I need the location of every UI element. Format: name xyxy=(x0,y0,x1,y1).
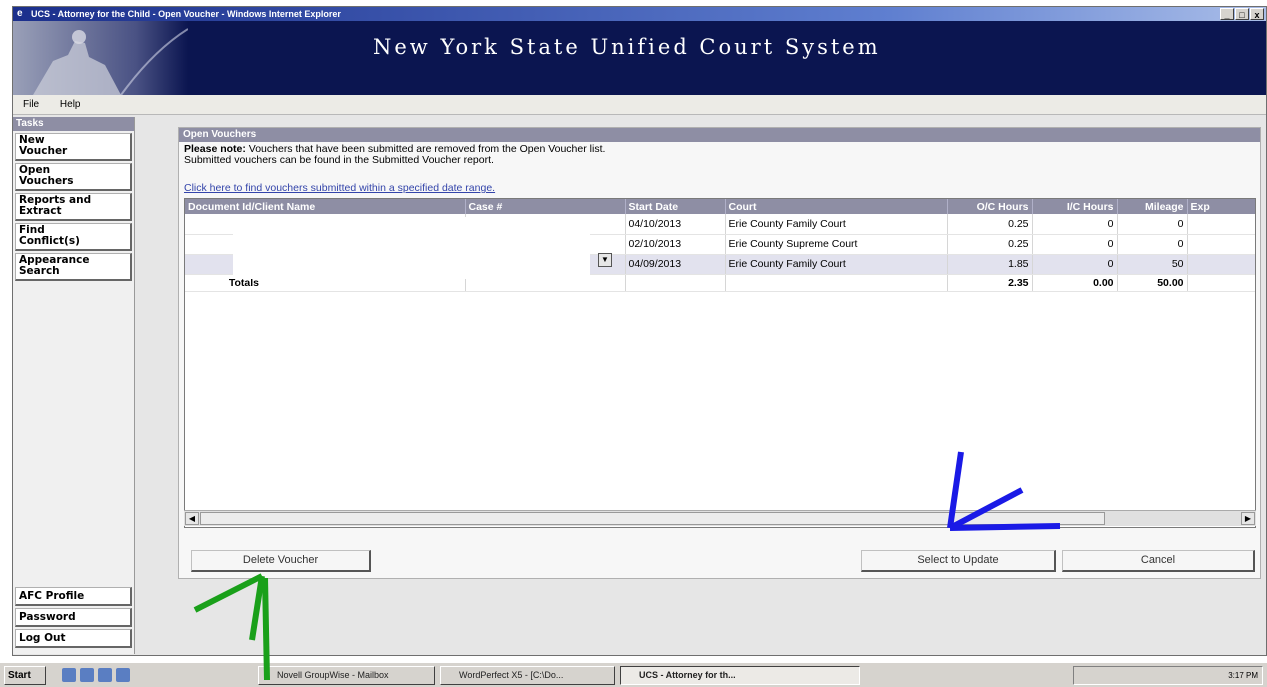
column-header-case-number[interactable]: Case # xyxy=(465,199,626,214)
delete-voucher-button[interactable]: Delete Voucher xyxy=(191,550,371,572)
cell-start-date: 04/09/2013 xyxy=(625,254,726,275)
column-header-start-date[interactable]: Start Date xyxy=(625,199,726,214)
sidebar-item-open-vouchers[interactable]: Open Vouchers xyxy=(15,163,132,191)
cell-mileage: 0 xyxy=(1117,214,1188,235)
grid-header-row: Document Id/Client Name Case # Start Dat… xyxy=(185,199,1255,214)
sidebar-item-label: Vouchers xyxy=(19,175,74,187)
task-sidebar: Tasks New Voucher Open Vouchers Reports … xyxy=(13,117,135,654)
column-header-document-id[interactable]: Document Id/Client Name xyxy=(185,199,466,214)
quicklaunch-icon[interactable] xyxy=(80,668,94,682)
ie-icon: e xyxy=(17,8,23,19)
case-dropdown-arrow-icon[interactable]: ▼ xyxy=(598,253,612,267)
note-line-2: Submitted vouchers can be found in the S… xyxy=(184,154,494,166)
cell-court: Erie County Family Court xyxy=(725,254,948,275)
close-button[interactable]: x xyxy=(1250,8,1264,20)
start-label: Start xyxy=(8,670,31,681)
banner-title: New York State Unified Court System xyxy=(373,35,881,59)
minimize-button[interactable]: _ xyxy=(1220,8,1234,20)
open-vouchers-panel: Open Vouchers Please note: Vouchers that… xyxy=(178,127,1261,579)
task-wordperfect[interactable]: WordPerfect X5 - [C:\Do... xyxy=(440,666,615,685)
sidebar-item-label: Search xyxy=(19,265,60,277)
quicklaunch-icon[interactable] xyxy=(116,668,130,682)
cell-mileage: 50 xyxy=(1117,254,1188,275)
totals-ic-hours: 0.00 xyxy=(1032,273,1118,292)
totals-empty xyxy=(625,273,726,292)
cell-ic-hours: 0 xyxy=(1032,234,1118,255)
column-header-ic-hours[interactable]: I/C Hours xyxy=(1032,199,1118,214)
scroll-thumb[interactable] xyxy=(200,512,1105,525)
menu-bar: File Help xyxy=(13,95,1266,115)
system-tray: 3:17 PM xyxy=(1073,666,1263,685)
vouchers-grid: Document Id/Client Name Case # Start Dat… xyxy=(184,198,1256,528)
title-bar: e UCS - Attorney for the Child - Open Vo… xyxy=(13,7,1266,21)
select-to-update-button[interactable]: Select to Update xyxy=(861,550,1056,572)
cell-court: Erie County Family Court xyxy=(725,214,948,235)
sidebar-bottom-group: AFC Profile Password Log Out xyxy=(13,585,134,648)
sidebar-item-label: Conflict(s) xyxy=(19,235,80,247)
browser-window: e UCS - Attorney for the Child - Open Vo… xyxy=(12,6,1267,656)
header-banner: New York State Unified Court System xyxy=(13,21,1266,95)
cell-ic-hours: 0 xyxy=(1032,254,1118,275)
totals-empty xyxy=(725,273,948,292)
redacted-area xyxy=(233,217,590,279)
task-ucs-browser[interactable]: UCS - Attorney for th... xyxy=(620,666,860,685)
sidebar-item-appearance-search[interactable]: Appearance Search xyxy=(15,253,132,281)
column-header-expenses[interactable]: Exp xyxy=(1187,199,1255,214)
scroll-right-icon[interactable]: ▶ xyxy=(1241,512,1255,525)
taskbar: Start Novell GroupWise - Mailbox WordPer… xyxy=(0,662,1267,687)
sidebar-item-find-conflicts[interactable]: Find Conflict(s) xyxy=(15,223,132,251)
window-title: UCS - Attorney for the Child - Open Vouc… xyxy=(31,9,341,19)
menu-file[interactable]: File xyxy=(23,99,39,110)
column-header-oc-hours[interactable]: O/C Hours xyxy=(947,199,1033,214)
quicklaunch-icon[interactable] xyxy=(98,668,112,682)
totals-oc-hours: 2.35 xyxy=(947,273,1033,292)
cell-oc-hours: 1.85 xyxy=(947,254,1033,275)
tasks-header: Tasks xyxy=(13,117,134,131)
panel-header: Open Vouchers xyxy=(179,128,1260,142)
sidebar-item-log-out[interactable]: Log Out xyxy=(15,629,132,648)
sidebar-item-password[interactable]: Password xyxy=(15,608,132,627)
cell-ic-hours: 0 xyxy=(1032,214,1118,235)
sidebar-item-afc-profile[interactable]: AFC Profile xyxy=(15,587,132,606)
column-header-court[interactable]: Court xyxy=(725,199,948,214)
scroll-left-icon[interactable]: ◀ xyxy=(185,512,199,525)
cell-oc-hours: 0.25 xyxy=(947,214,1033,235)
cell-start-date: 04/10/2013 xyxy=(625,214,726,235)
cell-expenses xyxy=(1187,214,1255,235)
sidebar-item-new-voucher[interactable]: New Voucher xyxy=(15,133,132,161)
court-seal-image xyxy=(13,21,188,95)
maximize-button[interactable]: □ xyxy=(1235,8,1249,20)
cell-mileage: 0 xyxy=(1117,234,1188,255)
cell-expenses xyxy=(1187,254,1255,275)
sidebar-item-reports-and-extract[interactable]: Reports and Extract xyxy=(15,193,132,221)
quicklaunch-icon[interactable] xyxy=(62,668,76,682)
sidebar-item-label: Voucher xyxy=(19,145,68,157)
note-text: Please note: Vouchers that have been sub… xyxy=(184,144,605,166)
column-header-mileage[interactable]: Mileage xyxy=(1117,199,1188,214)
task-groupwise[interactable]: Novell GroupWise - Mailbox xyxy=(258,666,435,685)
horizontal-scrollbar[interactable]: ◀ ▶ xyxy=(184,510,1256,526)
start-button[interactable]: Start xyxy=(4,666,46,685)
clock: 3:17 PM xyxy=(1228,671,1258,680)
cell-oc-hours: 0.25 xyxy=(947,234,1033,255)
totals-mileage: 50.00 xyxy=(1117,273,1188,292)
sidebar-item-label: Extract xyxy=(19,205,62,217)
cancel-button[interactable]: Cancel xyxy=(1062,550,1255,572)
totals-expenses xyxy=(1187,273,1255,292)
menu-help[interactable]: Help xyxy=(60,99,81,110)
cell-expenses xyxy=(1187,234,1255,255)
window-controls: _ □ x xyxy=(1220,7,1264,21)
cell-court: Erie County Supreme Court xyxy=(725,234,948,255)
cell-start-date: 02/10/2013 xyxy=(625,234,726,255)
submitted-date-range-link[interactable]: Click here to find vouchers submitted wi… xyxy=(184,182,495,194)
